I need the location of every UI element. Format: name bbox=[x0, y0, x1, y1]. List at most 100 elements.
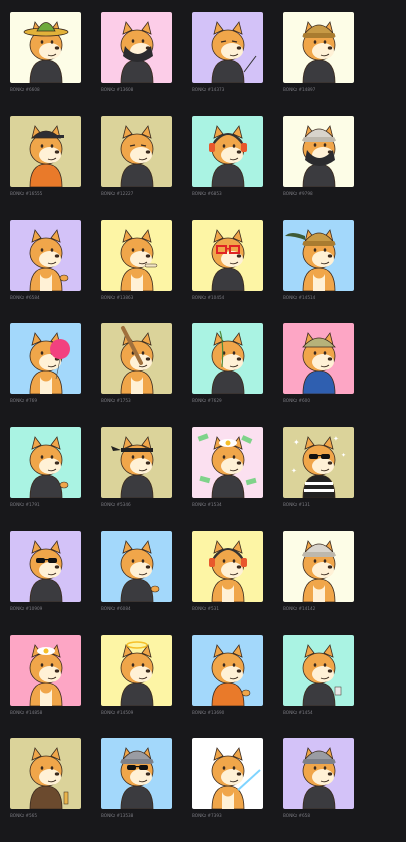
nft-card[interactable]: BONKz #12227 bbox=[101, 115, 172, 220]
nft-card[interactable]: BONKz #14373 bbox=[192, 12, 263, 116]
nft-image[interactable] bbox=[283, 219, 354, 291]
nft-image[interactable] bbox=[283, 530, 354, 602]
nft-card[interactable]: BONKz #600 bbox=[283, 323, 354, 427]
nft-card[interactable]: BONKz #6584 bbox=[10, 219, 81, 324]
nft-image[interactable] bbox=[192, 738, 263, 810]
nft-card[interactable]: BONKz #14509 bbox=[101, 634, 172, 739]
shiba-dog-illustration bbox=[29, 643, 63, 706]
nft-card[interactable]: BONKz #1534 bbox=[192, 427, 263, 531]
nft-image[interactable] bbox=[101, 634, 172, 706]
nft-image[interactable] bbox=[192, 12, 263, 83]
nft-card[interactable]: BONKz #565 bbox=[10, 738, 81, 842]
shiba-dog-illustration bbox=[302, 21, 336, 83]
nft-image[interactable] bbox=[10, 634, 81, 706]
nft-label: BONKz #13538 bbox=[101, 813, 134, 819]
shiba-dog-illustration bbox=[211, 643, 251, 706]
nft-card[interactable]: BONKz #14858 bbox=[10, 634, 81, 739]
nft-label: BONKz #10909 bbox=[10, 605, 43, 611]
nft-image[interactable] bbox=[101, 323, 172, 395]
nft-image[interactable] bbox=[283, 634, 354, 706]
nft-image[interactable] bbox=[283, 12, 354, 83]
nft-card[interactable]: BONKz #531 bbox=[192, 530, 263, 635]
svg-text:✦: ✦ bbox=[293, 438, 300, 447]
shiba-dog-illustration bbox=[29, 539, 63, 602]
nft-image[interactable] bbox=[192, 530, 263, 602]
nft-card[interactable]: BONKz #1753 bbox=[101, 323, 172, 427]
nft-label: BONKz #7629 bbox=[192, 398, 222, 404]
nft-label: BONKz #14373 bbox=[192, 87, 225, 92]
svg-text:✦: ✦ bbox=[341, 452, 346, 459]
nft-image[interactable] bbox=[10, 115, 81, 187]
nft-label: BONKz #769 bbox=[10, 398, 38, 404]
nft-card[interactable]: BONKz #9798 bbox=[283, 115, 354, 220]
nft-card[interactable]: BONKz #658 bbox=[283, 738, 354, 842]
nft-label: BONKz #6584 bbox=[10, 294, 40, 300]
nft-image[interactable] bbox=[101, 12, 172, 83]
nft-label: BONKz #1791 bbox=[10, 502, 40, 507]
nft-image[interactable] bbox=[101, 427, 172, 498]
nft-card[interactable]: BONKz #7629 bbox=[192, 323, 263, 427]
nft-card[interactable]: BONKz #6608 bbox=[10, 12, 81, 116]
nft-image[interactable] bbox=[10, 219, 81, 291]
nft-card[interactable]: BONKz #14514 bbox=[283, 219, 354, 324]
nft-image[interactable] bbox=[101, 738, 172, 810]
nft-image[interactable] bbox=[10, 530, 81, 602]
shiba-dog-illustration bbox=[285, 228, 336, 291]
nft-card[interactable]: BONKz #13690 bbox=[192, 634, 263, 739]
nft-card[interactable]: BONKz #13608 bbox=[101, 12, 172, 116]
nft-card[interactable]: BONKz #14897 bbox=[283, 12, 354, 116]
nft-image[interactable] bbox=[10, 738, 81, 810]
nft-label: BONKz #531 bbox=[192, 605, 220, 611]
nft-card[interactable]: BONKz #6853 bbox=[192, 115, 263, 220]
shiba-dog-illustration bbox=[23, 21, 69, 83]
shiba-dog-illustration bbox=[120, 228, 158, 291]
nft-image[interactable] bbox=[10, 323, 81, 395]
nft-image[interactable] bbox=[101, 115, 172, 187]
nft-card[interactable]: BONKz #6084 bbox=[101, 530, 172, 635]
nft-image[interactable] bbox=[283, 738, 354, 810]
nft-card[interactable]: BONKz #1454 bbox=[283, 634, 354, 739]
svg-text:✦: ✦ bbox=[291, 467, 297, 475]
nft-card[interactable]: BONKz #10454 bbox=[192, 219, 263, 324]
nft-image[interactable] bbox=[192, 219, 263, 291]
nft-card[interactable]: BONKz #13538 bbox=[101, 738, 172, 842]
nft-image[interactable] bbox=[192, 634, 263, 706]
nft-label: BONKz #6608 bbox=[10, 87, 40, 92]
nft-card[interactable]: BONKz #10909 bbox=[10, 530, 81, 635]
nft-card[interactable]: BONKz #769 bbox=[10, 323, 81, 427]
shiba-dog-illustration bbox=[302, 124, 336, 187]
shiba-dog-illustration bbox=[211, 331, 245, 395]
nft-card[interactable]: BONKz #7393 bbox=[192, 738, 263, 842]
nft-label: BONKz #14142 bbox=[283, 605, 316, 611]
nft-label: BONKz #5346 bbox=[101, 502, 131, 507]
nft-image[interactable] bbox=[192, 323, 263, 395]
nft-card[interactable]: BONKz #1791 bbox=[10, 427, 81, 531]
svg-text:✦: ✦ bbox=[333, 435, 339, 443]
nft-card[interactable]: BONKz #5346 bbox=[101, 427, 172, 531]
nft-label: BONKz #1753 bbox=[101, 398, 131, 404]
nft-label: BONKz #658 bbox=[283, 813, 311, 819]
nft-card[interactable]: BONKz #14142 bbox=[283, 530, 354, 635]
nft-image[interactable] bbox=[283, 323, 354, 395]
shiba-dog-illustration bbox=[302, 332, 336, 395]
shiba-dog-illustration: ✦ ✦ ✦ ✦ bbox=[291, 435, 346, 498]
nft-card[interactable]: ✦ ✦ ✦ ✦ BONKz #131 bbox=[283, 427, 354, 531]
nft-image[interactable] bbox=[192, 427, 263, 498]
shiba-dog-illustration bbox=[211, 21, 257, 83]
shiba-dog-illustration bbox=[29, 124, 64, 187]
nft-card[interactable]: BONKz #13863 bbox=[101, 219, 172, 324]
nft-image[interactable] bbox=[283, 115, 354, 187]
nft-image[interactable] bbox=[10, 12, 81, 83]
nft-label: BONKz #1454 bbox=[283, 709, 313, 715]
nft-image[interactable] bbox=[101, 219, 172, 291]
shiba-dog-illustration bbox=[120, 640, 154, 706]
shiba-dog-illustration bbox=[111, 436, 154, 498]
shiba-dog-illustration bbox=[302, 539, 336, 602]
nft-image[interactable] bbox=[192, 115, 263, 187]
nft-image[interactable]: ✦ ✦ ✦ ✦ bbox=[283, 427, 354, 498]
nft-label: BONKz #14897 bbox=[283, 87, 316, 92]
shiba-dog-illustration bbox=[29, 332, 70, 395]
nft-card[interactable]: BONKz #16555 bbox=[10, 115, 81, 220]
nft-image[interactable] bbox=[101, 530, 172, 602]
nft-image[interactable] bbox=[10, 427, 81, 498]
